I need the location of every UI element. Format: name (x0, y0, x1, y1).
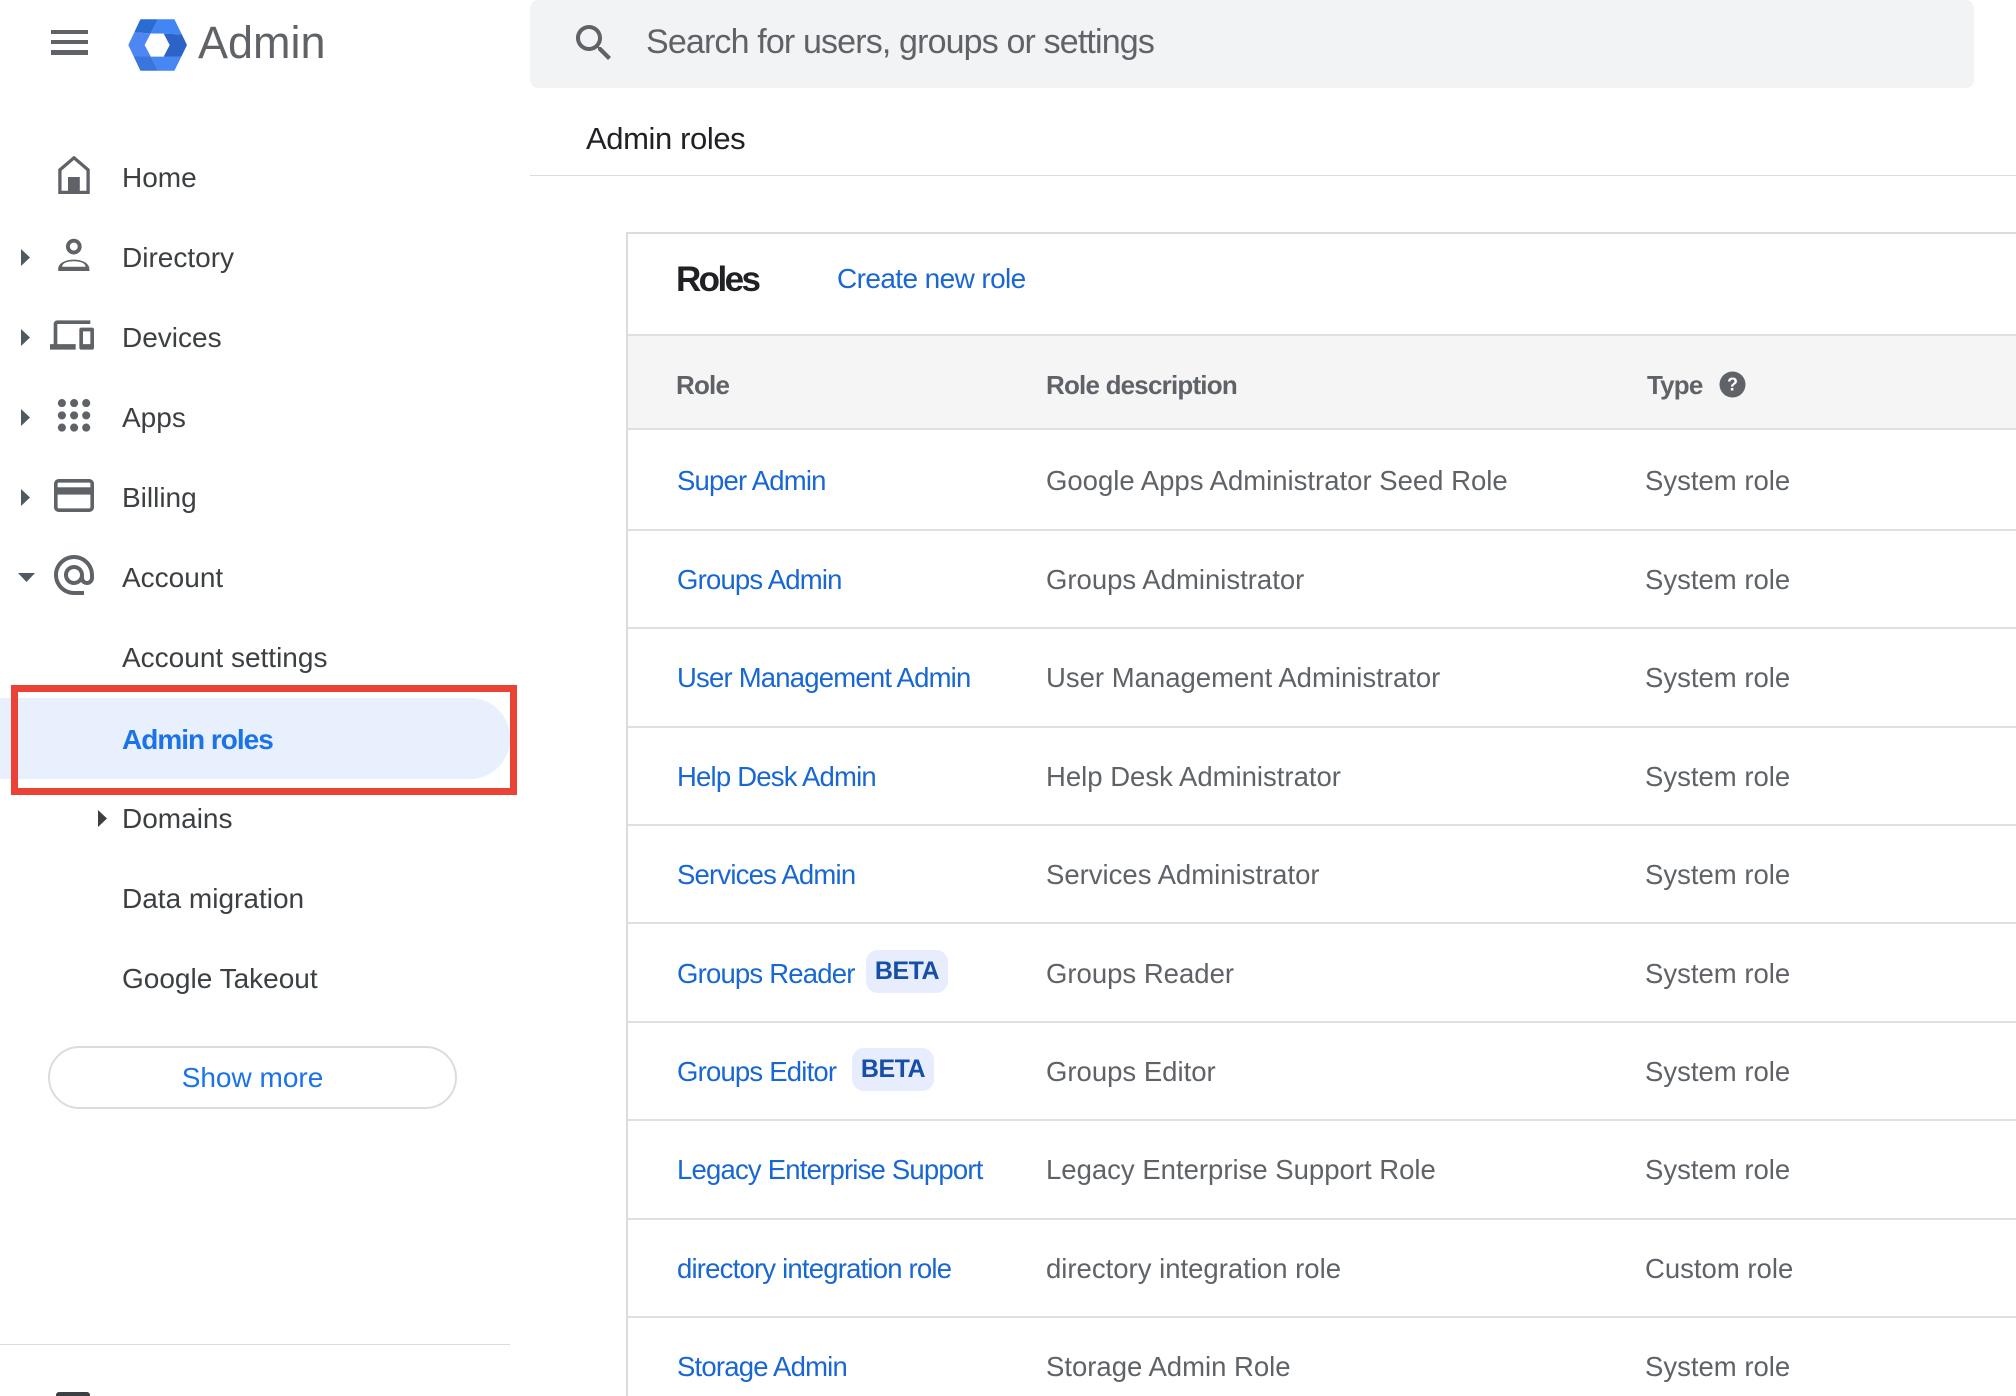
svg-text:?: ? (1727, 375, 1738, 395)
